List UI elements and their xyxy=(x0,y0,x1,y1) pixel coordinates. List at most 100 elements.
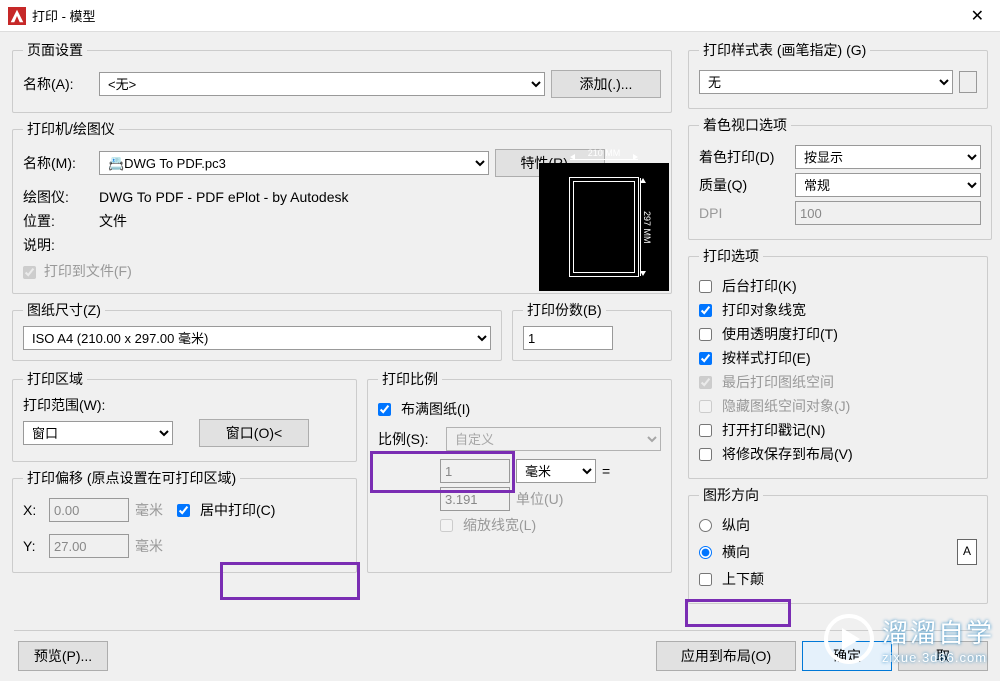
opt-lw-label: 打印对象线宽 xyxy=(722,300,806,320)
scale-ratio-label: 比例(S): xyxy=(378,429,440,449)
opt-save-checkbox[interactable] xyxy=(699,448,712,461)
scale-lineweight-checkbox xyxy=(440,519,453,532)
offset-y-label: Y: xyxy=(23,538,43,554)
watermark: 溜溜自学 zixue.3d66.com xyxy=(824,613,994,665)
titlebar: 打印 - 模型 ✕ xyxy=(0,0,1000,32)
scale-num1-input xyxy=(440,459,510,483)
paper-size-legend: 图纸尺寸(Z) xyxy=(23,300,105,320)
opt-bg-label: 后台打印(K) xyxy=(722,276,797,296)
orientation-preview-icon xyxy=(957,539,977,565)
options-legend: 打印选项 xyxy=(699,246,763,266)
printer-legend: 打印机/绘图仪 xyxy=(23,119,119,139)
orientation-upside-label: 上下颠 xyxy=(722,569,764,589)
dim-height: 297 MM xyxy=(642,178,652,276)
dpi-label: DPI xyxy=(699,205,789,221)
watermark-cn: 溜溜自学 xyxy=(882,613,994,650)
opt-last-label: 最后打印图纸空间 xyxy=(722,372,834,392)
paper-preview: 210 MM 297 MM xyxy=(539,163,669,291)
apply-to-layout-button[interactable]: 应用到布局(O) xyxy=(656,641,796,671)
close-icon[interactable]: ✕ xyxy=(963,6,992,26)
plotter-value: DWG To PDF - PDF ePlot - by Autodesk xyxy=(99,189,348,205)
opt-styles-label: 按样式打印(E) xyxy=(722,348,811,368)
opt-bg-checkbox[interactable] xyxy=(699,280,712,293)
quality-label: 质量(Q) xyxy=(699,175,789,195)
dim-width: 210 MM xyxy=(570,148,638,158)
scale-unit-select[interactable]: 毫米 xyxy=(516,459,596,483)
printer-name-label: 名称(M): xyxy=(23,153,93,173)
offset-x-label: X: xyxy=(23,502,43,518)
orientation-group: 图形方向 纵向 横向 上下颠 xyxy=(688,485,988,604)
orientation-upside-checkbox[interactable] xyxy=(699,573,712,586)
opt-transp-label: 使用透明度打印(T) xyxy=(722,324,838,344)
style-table-edit-icon[interactable] xyxy=(959,71,977,93)
offset-x-input xyxy=(49,498,129,522)
scale-group: 打印比例 布满图纸(I) 比例(S): 自定义 毫米 = 单位(U) xyxy=(367,369,672,573)
copies-group: 打印份数(B) xyxy=(512,300,672,361)
offset-y-unit: 毫米 xyxy=(135,536,171,556)
shade-plot-label: 着色打印(D) xyxy=(699,147,789,167)
scale-lineweight-label: 缩放线宽(L) xyxy=(463,515,536,535)
opt-transp-checkbox[interactable] xyxy=(699,328,712,341)
style-table-group: 打印样式表 (画笔指定) (G) 无 xyxy=(688,40,988,109)
opt-styles-checkbox[interactable] xyxy=(699,352,712,365)
opt-stamp-checkbox[interactable] xyxy=(699,424,712,437)
plot-area-group: 打印区域 打印范围(W): 窗口 窗口(O)< xyxy=(12,369,357,462)
opt-hide-label: 隐藏图纸空间对象(J) xyxy=(722,396,850,416)
offset-legend: 打印偏移 (原点设置在可打印区域) xyxy=(23,468,240,488)
style-table-legend: 打印样式表 (画笔指定) (G) xyxy=(699,40,870,60)
copies-input[interactable] xyxy=(523,326,613,350)
watermark-en: zixue.3d66.com xyxy=(882,650,994,665)
shade-group: 着色视口选项 着色打印(D) 按显示 质量(Q) 常规 DPI xyxy=(688,115,992,240)
plot-range-select[interactable]: 窗口 xyxy=(23,421,173,445)
window-pick-button[interactable]: 窗口(O)< xyxy=(199,419,309,447)
opt-stamp-label: 打开打印戳记(N) xyxy=(722,420,825,440)
location-label: 位置: xyxy=(23,211,93,231)
fit-to-paper-checkbox[interactable] xyxy=(378,403,391,416)
printer-name-select[interactable]: 📇DWG To PDF.pc3 xyxy=(99,151,489,175)
orientation-portrait-radio[interactable] xyxy=(699,519,712,532)
scale-num2-input xyxy=(440,487,510,511)
scale-ratio-select: 自定义 xyxy=(446,427,661,451)
copies-legend: 打印份数(B) xyxy=(523,300,606,320)
options-group: 打印选项 后台打印(K) 打印对象线宽 使用透明度打印(T) 按样式打印(E) … xyxy=(688,246,988,479)
paper-size-select[interactable]: ISO A4 (210.00 x 297.00 毫米) xyxy=(23,326,491,350)
page-setup-name-label: 名称(A): xyxy=(23,74,93,94)
opt-lw-checkbox[interactable] xyxy=(699,304,712,317)
opt-save-label: 将修改保存到布局(V) xyxy=(722,444,853,464)
desc-label: 说明: xyxy=(23,235,93,255)
preview-button[interactable]: 预览(P)... xyxy=(18,641,108,671)
scale-legend: 打印比例 xyxy=(378,369,442,389)
add-page-setup-button[interactable]: 添加(.)... xyxy=(551,70,661,98)
opt-last-checkbox xyxy=(699,376,712,389)
style-table-select[interactable]: 无 xyxy=(699,70,953,94)
offset-group: 打印偏移 (原点设置在可打印区域) X: 毫米 居中打印(C) Y: 毫米 xyxy=(12,468,357,573)
orientation-legend: 图形方向 xyxy=(699,485,763,505)
center-plot-label: 居中打印(C) xyxy=(200,500,275,520)
printer-group: 打印机/绘图仪 名称(M): 📇DWG To PDF.pc3 特性(R)... … xyxy=(12,119,672,294)
orientation-portrait-label: 纵向 xyxy=(722,515,750,535)
plotter-label: 绘图仪: xyxy=(23,187,93,207)
page-setup-legend: 页面设置 xyxy=(23,40,87,60)
window-title: 打印 - 模型 xyxy=(32,6,963,25)
app-logo xyxy=(8,7,26,25)
shade-legend: 着色视口选项 xyxy=(699,115,791,135)
plot-range-label: 打印范围(W): xyxy=(23,395,346,415)
orientation-landscape-label: 横向 xyxy=(722,542,750,562)
page-setup-name-select[interactable]: <无> xyxy=(99,72,545,96)
orientation-landscape-radio[interactable] xyxy=(699,546,712,559)
scale-unit2-label: 单位(U) xyxy=(516,489,563,509)
equals-label: = xyxy=(602,463,610,479)
page-setup-group: 页面设置 名称(A): <无> 添加(.)... xyxy=(12,40,672,113)
dpi-input xyxy=(795,201,981,225)
center-plot-checkbox[interactable] xyxy=(177,504,190,517)
print-to-file-label: 打印到文件(F) xyxy=(44,263,132,279)
plot-area-legend: 打印区域 xyxy=(23,369,87,389)
paper-size-group: 图纸尺寸(Z) ISO A4 (210.00 x 297.00 毫米) xyxy=(12,300,502,361)
offset-x-unit: 毫米 xyxy=(135,500,171,520)
quality-select[interactable]: 常规 xyxy=(795,173,981,197)
offset-y-input xyxy=(49,534,129,558)
print-to-file-checkbox xyxy=(23,266,36,279)
opt-hide-checkbox xyxy=(699,400,712,413)
shade-plot-select[interactable]: 按显示 xyxy=(795,145,981,169)
play-icon xyxy=(824,614,874,664)
